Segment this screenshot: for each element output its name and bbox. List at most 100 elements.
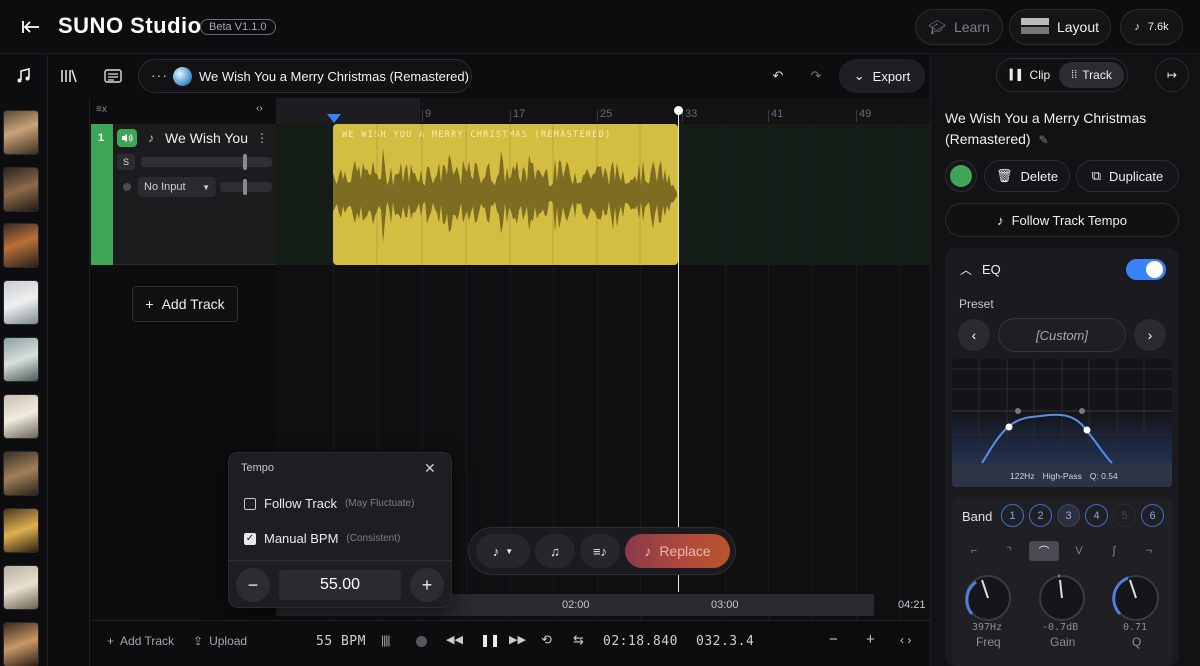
thumbnail[interactable] — [3, 167, 39, 212]
metronome-icon[interactable]: |||| — [381, 633, 391, 647]
loop-start-marker[interactable] — [327, 114, 341, 123]
undo-icon[interactable]: ↶ — [768, 66, 788, 86]
thumbnail[interactable] — [3, 280, 39, 325]
band-6-button[interactable]: 6 — [1141, 504, 1164, 527]
thumbnail[interactable] — [3, 394, 39, 439]
library-icon[interactable] — [52, 62, 86, 90]
track-title[interactable]: We Wish You a Merry Christmas (Remastere… — [945, 108, 1165, 151]
lyrics-icon[interactable] — [96, 62, 130, 90]
eq-graph[interactable] — [952, 359, 1172, 487]
track-menu-icon[interactable]: ⋮ — [256, 131, 268, 145]
playhead-handle[interactable] — [674, 106, 683, 115]
song-selector[interactable]: ··· We Wish You a Merry Christmas (Remas… — [138, 59, 472, 93]
follow-track-option[interactable]: Follow Track (May Fluctuate) — [244, 496, 414, 511]
band-3-button[interactable]: 3 — [1057, 504, 1080, 527]
credits-count: 7.6k — [1147, 21, 1169, 33]
volume-icon[interactable] — [117, 129, 137, 147]
version-badge: Beta V1.1.0 — [200, 19, 276, 35]
notch-filter-icon[interactable]: V — [1064, 541, 1094, 561]
back-arrow-icon[interactable] — [22, 15, 46, 39]
bpm-input[interactable]: 55.00 — [279, 570, 401, 600]
more-options-icon[interactable]: ··· — [151, 67, 168, 83]
pan-slider-handle[interactable] — [243, 179, 247, 195]
chevron-right-icon[interactable]: › — [1134, 319, 1166, 351]
follow-track-tempo-button[interactable]: ♪ Follow Track Tempo — [945, 203, 1179, 237]
layout-button[interactable]: Layout — [1009, 9, 1111, 45]
replace-label: Replace — [659, 543, 711, 559]
upload-button[interactable]: ⇪ Upload — [193, 634, 247, 648]
close-icon[interactable]: ✕ — [424, 460, 436, 477]
instrument-note-icon[interactable]: ♪ — [141, 129, 161, 147]
export-button[interactable]: ⌄ Export — [839, 59, 925, 93]
note-list-button[interactable]: ≡♪ — [580, 534, 620, 568]
volume-slider[interactable] — [141, 157, 272, 167]
rewind-icon[interactable]: ◀◀ — [446, 633, 463, 646]
high-shelf-icon[interactable]: ∫ — [1099, 541, 1129, 561]
chevron-left-icon[interactable]: ‹ — [958, 319, 990, 351]
layout-label: Layout — [1056, 19, 1100, 35]
input-select[interactable]: No Input ▼ — [138, 177, 216, 197]
thumbnail[interactable] — [3, 622, 39, 666]
redo-icon[interactable]: ↷ — [806, 66, 826, 86]
edit-pencil-icon[interactable]: ✎ — [1038, 133, 1048, 147]
thumbnail[interactable] — [3, 565, 39, 610]
follow-track-checkbox[interactable] — [244, 497, 256, 510]
waveform — [333, 147, 677, 244]
volume-slider-handle[interactable] — [243, 154, 247, 170]
loop-icon[interactable]: ⟲ — [541, 632, 552, 648]
freq-knob[interactable] — [962, 574, 1014, 622]
double-note-button[interactable]: ♫ — [535, 534, 575, 568]
thumbnail[interactable] — [3, 337, 39, 382]
track-name[interactable]: We Wish You a Merry Christmas — [165, 130, 251, 146]
record-arm-icon[interactable] — [123, 183, 131, 191]
expand-icon[interactable]: ‹› — [256, 103, 263, 114]
band-2-button[interactable]: 2 — [1029, 504, 1052, 527]
snap-icon[interactable]: ⇆ — [573, 632, 584, 648]
create-music-icon[interactable] — [12, 64, 36, 88]
delete-button[interactable]: 🗑︎ Delete — [984, 160, 1070, 192]
low-shelf-icon[interactable]: ⌝ — [994, 541, 1024, 561]
q-knob[interactable] — [1110, 574, 1162, 622]
song-length: 04:21 — [898, 599, 926, 611]
collapse-icon[interactable]: ≡x — [96, 104, 107, 115]
add-track-button[interactable]: + Add Track — [132, 286, 238, 322]
record-icon[interactable] — [416, 636, 427, 647]
tab-track[interactable]: ⁞⁞ Track — [1059, 62, 1124, 88]
duplicate-button[interactable]: ⧉ Duplicate — [1076, 160, 1179, 192]
collapse-panel-icon[interactable]: ↦ — [1155, 58, 1189, 92]
gain-knob[interactable] — [1036, 574, 1088, 622]
note-dropdown-button[interactable]: ♪ ▼ — [476, 534, 530, 568]
credits-button[interactable]: ♪ 7.6k — [1120, 9, 1183, 45]
thumbnail[interactable] — [3, 110, 39, 155]
thumbnail[interactable] — [3, 451, 39, 496]
chevron-down-icon: ⌄ — [853, 68, 865, 83]
replace-button[interactable]: ♪ Replace — [625, 534, 730, 568]
band-1-button[interactable]: 1 — [1001, 504, 1024, 527]
follow-track-tempo-label: Follow Track Tempo — [1011, 212, 1127, 228]
preset-select[interactable]: [Custom] — [998, 318, 1126, 352]
low-cut-icon[interactable]: ⌐ — [959, 541, 989, 561]
follow-track-hint: (May Fluctuate) — [344, 498, 415, 509]
increase-bpm-button[interactable]: + — [410, 568, 444, 602]
thumbnail[interactable] — [3, 508, 39, 553]
tab-clip[interactable]: ▍▌ Clip — [1003, 62, 1057, 88]
manual-bpm-option[interactable]: ✓ Manual BPM (Consistent) — [244, 531, 400, 546]
band-4-button[interactable]: 4 — [1085, 504, 1108, 527]
solo-button[interactable]: S — [117, 154, 135, 170]
learn-button[interactable]: 🎓︎ Learn — [915, 9, 1003, 45]
zoom-in-icon[interactable]: + — [866, 631, 875, 648]
decrease-bpm-button[interactable]: − — [236, 568, 270, 602]
band-5-button[interactable]: 5 — [1113, 504, 1136, 527]
eq-header[interactable]: ︿ EQ — [960, 261, 1001, 278]
fast-forward-icon[interactable]: ▶▶ — [509, 633, 526, 646]
bpm-display[interactable]: 55 BPM — [316, 634, 366, 649]
bell-filter-icon[interactable]: ⌒ — [1029, 541, 1059, 561]
zoom-out-icon[interactable]: − — [829, 631, 838, 648]
thumbnail[interactable] — [3, 223, 39, 268]
high-cut-icon[interactable]: ¬ — [1134, 541, 1164, 561]
pause-icon[interactable]: ❚❚ — [480, 633, 500, 647]
audio-clip[interactable]: WE WISH YOU A MERRY CHRISTMAS (REMASTERE… — [333, 124, 678, 265]
bottom-add-track-button[interactable]: + Add Track — [107, 634, 174, 648]
fit-width-icon[interactable]: ‹ › — [900, 633, 911, 647]
manual-bpm-checkbox[interactable]: ✓ — [244, 532, 256, 545]
